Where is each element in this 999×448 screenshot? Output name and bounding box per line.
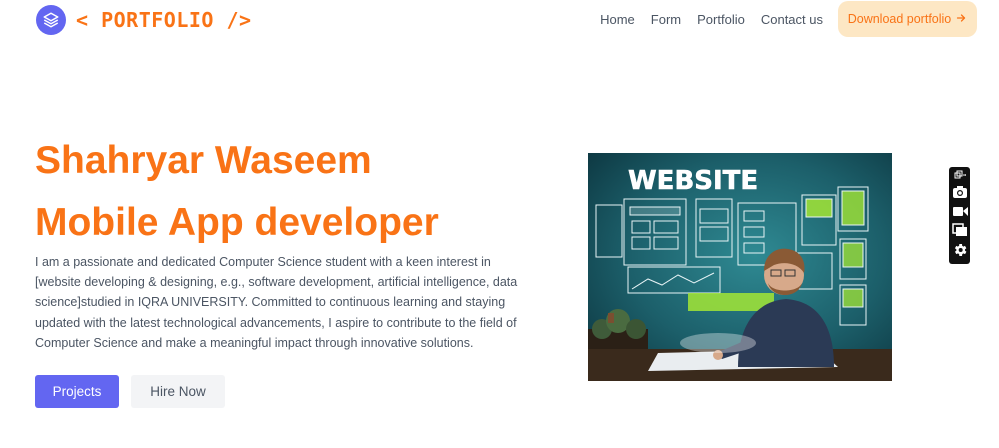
arrow-right-icon — [955, 12, 967, 27]
hero-role: Mobile App developer — [35, 201, 439, 244]
copy-icon[interactable] — [951, 223, 969, 237]
hero-image: WEBSITE — [588, 153, 892, 381]
popout-icon[interactable] — [951, 170, 969, 180]
nav-home[interactable]: Home — [600, 12, 635, 27]
video-camera-icon[interactable] — [951, 204, 969, 218]
site-header: < PORTFOLIO /> Home Form Portfolio Conta… — [0, 0, 999, 40]
hire-now-button[interactable]: Hire Now — [131, 375, 225, 408]
hero-image-title: WEBSITE — [628, 166, 758, 196]
camera-icon[interactable] — [951, 185, 969, 199]
download-portfolio-button[interactable]: Download portfolio — [838, 1, 977, 37]
nav-portfolio[interactable]: Portfolio — [697, 12, 745, 27]
gear-icon[interactable] — [951, 242, 969, 258]
hero-description: I am a passionate and dedicated Computer… — [35, 255, 518, 350]
hero-name: Shahryar Waseem — [35, 139, 372, 182]
download-portfolio-label: Download portfolio — [847, 12, 952, 26]
main-nav: Home Form Portfolio Contact us — [600, 12, 823, 27]
layers-icon[interactable] — [36, 5, 66, 35]
logo-text[interactable]: < PORTFOLIO /> — [76, 8, 252, 32]
side-toolbar — [949, 167, 970, 264]
projects-button[interactable]: Projects — [35, 375, 119, 408]
nav-contact-us[interactable]: Contact us — [761, 12, 823, 27]
nav-form[interactable]: Form — [651, 12, 681, 27]
